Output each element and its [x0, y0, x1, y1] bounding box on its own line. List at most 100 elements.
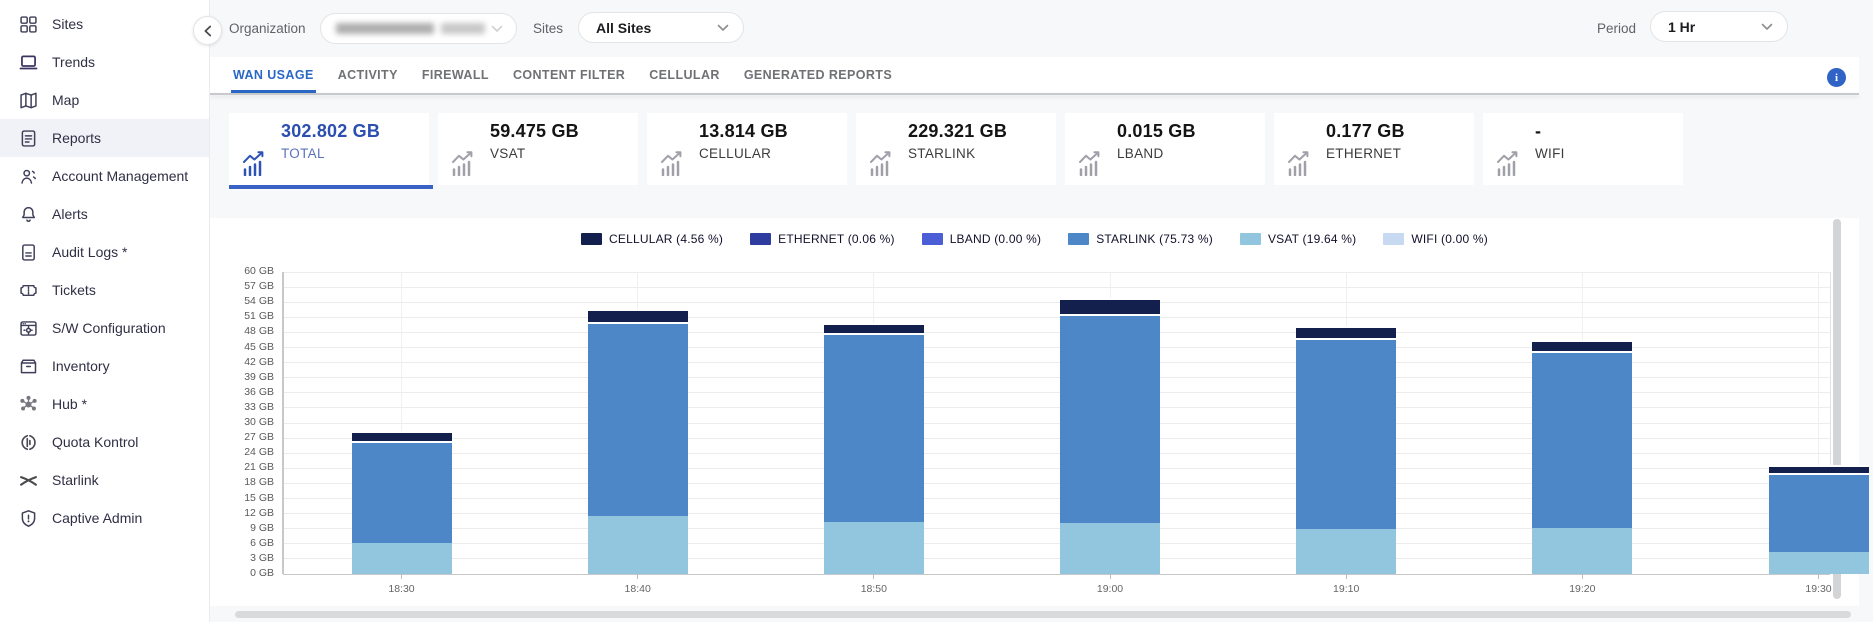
bar-segment-cellular-1920	[1532, 340, 1632, 351]
horizontal-scrollbar[interactable]	[235, 611, 1851, 618]
sidebar-item-label: Audit Logs *	[52, 244, 128, 260]
bar-segment-cellular-1900	[1060, 298, 1160, 314]
organization-select[interactable]	[320, 13, 517, 44]
legend-swatch	[1068, 233, 1089, 245]
stat-value: 13.814 GB	[699, 121, 788, 142]
tab-wan-usage[interactable]: WAN USAGE	[233, 57, 314, 93]
stat-value: 302.802 GB	[281, 121, 380, 142]
sidebar-item-audit-logs[interactable]: Audit Logs *	[0, 233, 209, 271]
people-icon	[17, 165, 39, 187]
sidebar-item-quota-kontrol[interactable]: Quota Kontrol	[0, 423, 209, 461]
x-axis-tick	[1110, 574, 1111, 579]
y-axis-tick-label: 45 GB	[210, 341, 274, 353]
mini-chart-icon	[240, 149, 270, 176]
stat-card-lband[interactable]: 0.015 GBLBAND	[1065, 113, 1265, 185]
sidebar-item-sites[interactable]: Sites	[0, 5, 209, 43]
bar-segment-starlink-1920	[1532, 351, 1632, 528]
stat-value: -	[1535, 121, 1541, 142]
sidebar-item-label: Reports	[52, 130, 101, 146]
bar-segment-starlink-1900	[1060, 314, 1160, 523]
legend-item-cellular[interactable]: CELLULAR (4.56 %)	[581, 232, 723, 246]
active-card-underline	[229, 185, 433, 189]
quota-icon	[17, 431, 39, 453]
tab-content-filter[interactable]: CONTENT FILTER	[513, 57, 625, 93]
legend-item-ethernet[interactable]: ETHERNET (0.06 %)	[750, 232, 895, 246]
grid-icon	[17, 13, 39, 35]
legend-label: LBAND (0.00 %)	[950, 232, 1042, 246]
sidebar-item-label: Inventory	[52, 358, 110, 374]
sidebar-item-tickets[interactable]: Tickets	[0, 271, 209, 309]
box-icon	[17, 355, 39, 377]
y-axis-tick-label: 60 GB	[210, 265, 274, 277]
sidebar-item-inventory[interactable]: Inventory	[0, 347, 209, 385]
legend-label: STARLINK (75.73 %)	[1096, 232, 1213, 246]
chevron-down-icon	[717, 24, 729, 32]
gridline	[283, 302, 1830, 303]
legend-swatch	[581, 233, 602, 245]
bar-segment-cellular-1840	[588, 309, 688, 322]
x-axis-tick-label: 19:10	[1301, 583, 1391, 595]
starlink-x-icon	[17, 469, 39, 491]
tab-generated-reports[interactable]: GENERATED REPORTS	[744, 57, 892, 93]
sidebar-item-alerts[interactable]: Alerts	[0, 195, 209, 233]
stat-card-total[interactable]: 302.802 GBTOTAL	[229, 113, 429, 185]
y-axis-tick-label: 30 GB	[210, 416, 274, 428]
legend-item-starlink[interactable]: STARLINK (75.73 %)	[1068, 232, 1213, 246]
mini-chart-icon	[1285, 149, 1315, 176]
period-select[interactable]: 1 Hr	[1650, 11, 1788, 42]
stat-label: LBAND	[1117, 146, 1164, 161]
sidebar-item-label: S/W Configuration	[52, 320, 166, 336]
x-axis-tick	[637, 574, 638, 579]
sidebar-item-captive-admin[interactable]: Captive Admin	[0, 499, 209, 537]
sidebar-item-hub[interactable]: Hub *	[0, 385, 209, 423]
reports-icon	[17, 127, 39, 149]
bar-segment-vsat-1920	[1532, 528, 1632, 574]
legend-label: WIFI (0.00 %)	[1411, 232, 1488, 246]
legend-item-vsat[interactable]: VSAT (19.64 %)	[1240, 232, 1356, 246]
page: SitesTrendsMapReportsAccount ManagementA…	[0, 0, 1873, 622]
stat-card-starlink[interactable]: 229.321 GBSTARLINK	[856, 113, 1056, 185]
tab-firewall[interactable]: FIREWALL	[422, 57, 489, 93]
sidebar-item-sw-configuration[interactable]: S/W Configuration	[0, 309, 209, 347]
x-axis-tick-label: 19:30	[1774, 583, 1864, 595]
y-axis-tick-label: 54 GB	[210, 295, 274, 307]
back-button[interactable]	[193, 16, 222, 45]
legend-item-wifi[interactable]: WIFI (0.00 %)	[1383, 232, 1488, 246]
sidebar-item-account-management[interactable]: Account Management	[0, 157, 209, 195]
mini-chart-icon	[1076, 149, 1106, 176]
bar-segment-starlink-1830	[352, 441, 452, 543]
stat-card-vsat[interactable]: 59.475 GBVSAT	[438, 113, 638, 185]
x-axis-tick-label: 18:40	[593, 583, 683, 595]
x-axis-tick	[873, 574, 874, 579]
sites-select[interactable]: All Sites	[578, 12, 744, 43]
y-axis-tick-label: 48 GB	[210, 325, 274, 337]
gridline	[283, 272, 1830, 273]
x-axis-tick	[1582, 574, 1583, 579]
stat-card-wifi[interactable]: -WIFI	[1483, 113, 1683, 185]
legend-item-lband[interactable]: LBAND (0.00 %)	[922, 232, 1042, 246]
info-icon[interactable]: i	[1827, 68, 1846, 87]
bar-segment-starlink-1840	[588, 322, 688, 516]
sidebar-item-trends[interactable]: Trends	[0, 43, 209, 81]
bar-segment-cellular-1830	[352, 431, 452, 441]
stat-card-cellular[interactable]: 13.814 GBCELLULAR	[647, 113, 847, 185]
sidebar: SitesTrendsMapReportsAccount ManagementA…	[0, 0, 210, 622]
laptop-icon	[17, 51, 39, 73]
y-axis-tick-label: 9 GB	[210, 522, 274, 534]
stat-card-ethernet[interactable]: 0.177 GBETHERNET	[1274, 113, 1474, 185]
sidebar-item-label: Hub *	[52, 396, 87, 412]
y-axis-tick-label: 6 GB	[210, 537, 274, 549]
report-tabs: WAN USAGE ACTIVITY FIREWALL CONTENT FILTER C…	[210, 57, 1859, 93]
sidebar-item-reports[interactable]: Reports	[0, 119, 209, 157]
sites-value: All Sites	[596, 20, 651, 36]
organization-label: Organization	[229, 21, 306, 36]
sidebar-item-map[interactable]: Map	[0, 81, 209, 119]
tab-cellular[interactable]: CELLULAR	[649, 57, 720, 93]
x-axis-tick	[1346, 574, 1347, 579]
bar-segment-starlink-1910	[1296, 338, 1396, 529]
sidebar-item-label: Starlink	[52, 472, 99, 488]
chevron-down-icon	[491, 25, 503, 33]
sidebar-item-starlink[interactable]: Starlink	[0, 461, 209, 499]
tab-activity[interactable]: ACTIVITY	[338, 57, 398, 93]
stat-label: ETHERNET	[1326, 146, 1401, 161]
